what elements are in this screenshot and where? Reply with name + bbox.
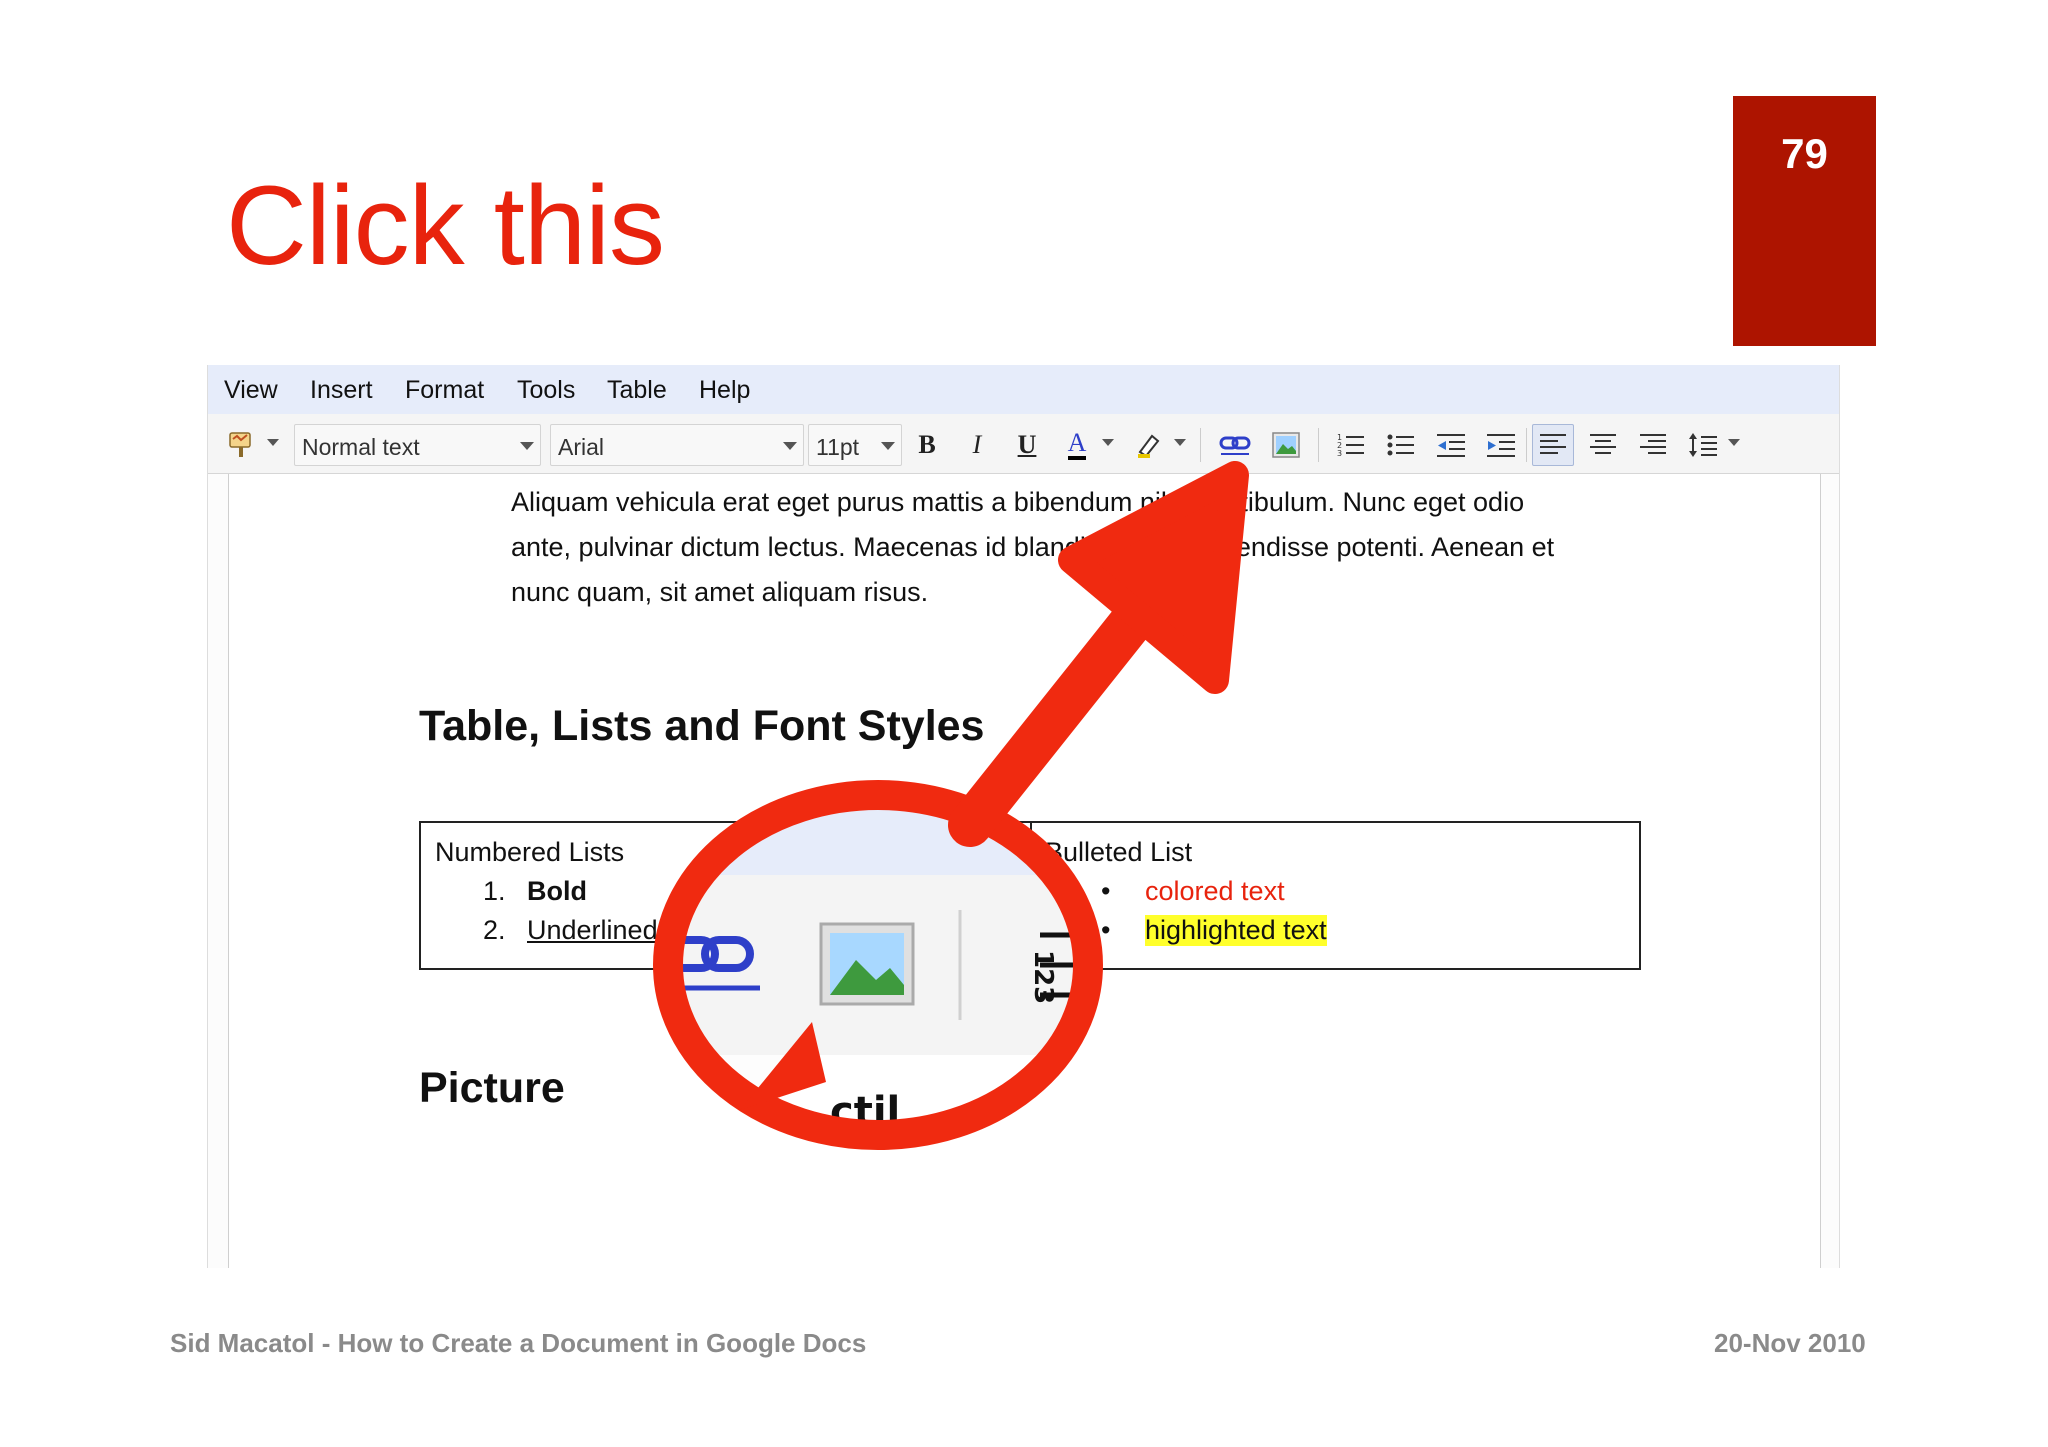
- heading-picture: Picture: [419, 1064, 565, 1112]
- chevron-down-icon: [881, 442, 895, 450]
- bold-button[interactable]: B: [908, 426, 946, 464]
- list-number: 1.: [483, 876, 506, 906]
- list-item-highlighted: highlighted text: [1145, 915, 1327, 946]
- paint-format-icon[interactable]: [222, 426, 260, 464]
- chevron-down-icon: [520, 442, 534, 450]
- align-center-icon[interactable]: [1584, 426, 1622, 464]
- line-spacing-icon[interactable]: [1684, 426, 1722, 464]
- font-dropdown-value: Arial: [558, 434, 605, 460]
- document-table: Numbered Lists 1. Bold 2. Underlined Bul…: [419, 821, 1641, 970]
- bullet: •: [1101, 876, 1111, 906]
- bullet: •: [1101, 915, 1111, 945]
- style-dropdown[interactable]: Normal text: [294, 424, 541, 466]
- chevron-down-icon[interactable]: [1174, 439, 1186, 446]
- align-right-icon[interactable]: [1634, 426, 1672, 464]
- heading-table-lists: Table, Lists and Font Styles: [419, 702, 985, 750]
- paragraph-line: ante, pulvinar dictum lectus. Maecenas i…: [511, 532, 1555, 562]
- slide-title: Click this: [226, 163, 665, 288]
- menu-view[interactable]: View: [224, 376, 278, 405]
- cell-bulleted-title: Bulleted List: [1045, 837, 1193, 867]
- bulleted-list-icon[interactable]: [1382, 426, 1420, 464]
- italic-icon: I: [972, 430, 982, 459]
- size-dropdown[interactable]: 11pt: [808, 424, 902, 466]
- menu-help[interactable]: Help: [699, 376, 750, 405]
- footer-date: 20-Nov 2010: [1714, 1328, 1866, 1358]
- chevron-down-icon[interactable]: [1102, 439, 1114, 446]
- toolbar-divider: [1318, 428, 1319, 462]
- list-item-bold: Bold: [527, 876, 587, 906]
- increase-indent-icon[interactable]: [1482, 426, 1520, 464]
- decrease-indent-icon[interactable]: [1432, 426, 1470, 464]
- text-color-button[interactable]: A: [1058, 426, 1096, 464]
- menu-table[interactable]: Table: [607, 376, 667, 405]
- text-color-icon: A: [1067, 430, 1087, 460]
- paragraph-line: nunc quam, sit amet aliquam risus.: [511, 577, 929, 607]
- docs-window: View Insert Format Tools Table Help Norm…: [207, 365, 1840, 1268]
- style-dropdown-value: Normal text: [302, 434, 420, 460]
- numbered-list-icon[interactable]: 123: [1332, 426, 1370, 464]
- insert-image-icon[interactable]: [1267, 426, 1305, 464]
- list-number: 2.: [483, 915, 506, 945]
- align-left-icon[interactable]: [1532, 424, 1574, 466]
- highlight-icon[interactable]: [1130, 426, 1168, 464]
- list-item-colored: colored text: [1145, 876, 1285, 906]
- chevron-down-icon: [783, 442, 797, 450]
- menu-tools[interactable]: Tools: [517, 376, 575, 405]
- footer-author: Sid Macatol - How to Create a Document i…: [170, 1328, 867, 1358]
- size-dropdown-value: 11pt: [816, 434, 860, 460]
- table-column-divider: [1030, 823, 1032, 968]
- chevron-down-icon[interactable]: [267, 439, 279, 446]
- bold-icon: B: [918, 430, 936, 459]
- document-page[interactable]: Aliquam vehicula erat eget purus mattis …: [228, 474, 1821, 1268]
- menu-insert[interactable]: Insert: [310, 376, 373, 405]
- cell-numbered-title: Numbered Lists: [435, 837, 625, 867]
- link-icon[interactable]: [1216, 426, 1254, 464]
- list-item-underlined: Underlined: [527, 915, 658, 945]
- page-number: 79: [1781, 130, 1828, 177]
- underline-button[interactable]: U: [1008, 426, 1046, 464]
- svg-text:3: 3: [1337, 449, 1342, 458]
- underline-icon: U: [1017, 430, 1037, 459]
- toolbar-divider: [1526, 428, 1527, 462]
- menu-format[interactable]: Format: [405, 376, 484, 405]
- italic-button[interactable]: I: [958, 426, 996, 464]
- paragraph-line: Aliquam vehicula erat eget purus mattis …: [511, 487, 1525, 517]
- chevron-down-icon[interactable]: [1728, 439, 1740, 446]
- page-number-badge: 79: [1733, 96, 1876, 346]
- font-dropdown[interactable]: Arial: [550, 424, 804, 466]
- toolbar: Normal text Arial 11pt B I U A 1 2 3: [208, 414, 1839, 474]
- toolbar-divider: [1200, 428, 1201, 462]
- menubar: View Insert Format Tools Table Help: [208, 365, 1839, 414]
